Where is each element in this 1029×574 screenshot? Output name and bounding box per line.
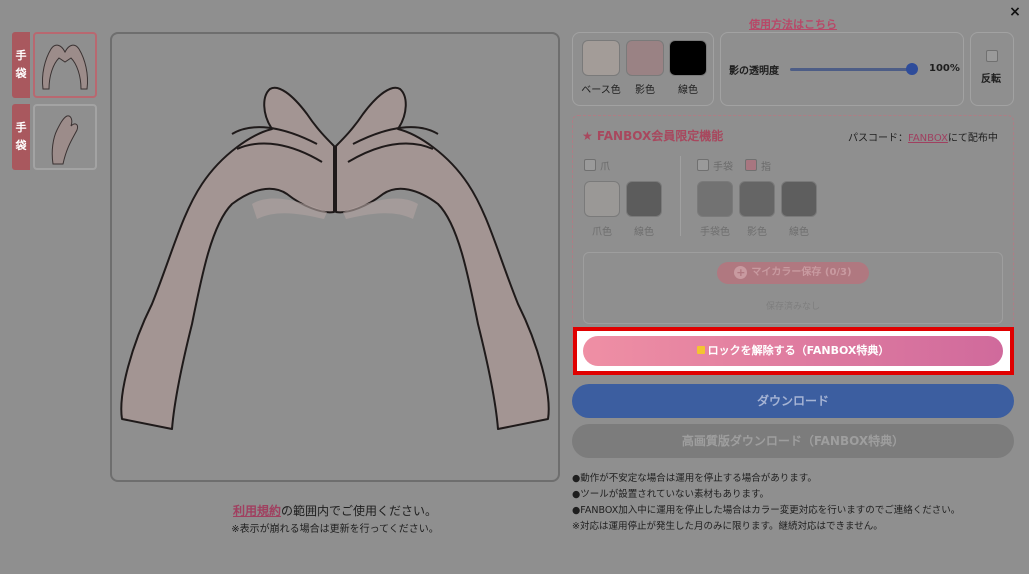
nail-line-swatch[interactable] (626, 181, 662, 217)
glove-checkbox[interactable] (697, 159, 709, 171)
heart-hands-preview-icon (120, 86, 550, 430)
base-color-swatch[interactable] (582, 40, 620, 76)
glove-color-label: 手袋色 (700, 227, 730, 238)
thumbnail-heart-hands[interactable]: 手 袋 (12, 32, 97, 98)
finger-label: 指 (761, 162, 771, 173)
download-button[interactable]: ダウンロード (572, 384, 1014, 418)
close-button[interactable]: × (1007, 4, 1023, 20)
thumbnail-tag: 手 袋 (12, 104, 30, 170)
saved-none-text: 保存済みなし (765, 302, 820, 312)
thumbnail-image[interactable] (33, 104, 97, 170)
thumbnail-tag-char: 手 (15, 121, 27, 134)
flip-checkbox[interactable] (986, 50, 998, 62)
glove-shadow-swatch[interactable] (739, 181, 775, 217)
passcode-suffix: にて配布中 (947, 133, 998, 144)
notes: ●動作が不安定な場合は運用を停止する場合があります。 ●ツールが設置されていない… (572, 471, 960, 535)
note-line: ※対応は運用停止が発生した月のみに限ります。継続対応はできません。 (572, 521, 883, 532)
thumbnail-single-hand[interactable]: 手 袋 (12, 104, 97, 170)
note-line: ●FANBOX加入中に運用を停止した場合はカラー変更対応を行いますのでご連絡くだ… (572, 505, 961, 516)
glove-label: 手袋 (713, 162, 733, 173)
shadow-color-swatch[interactable] (626, 40, 664, 76)
thumbnail-tag-char: 袋 (15, 139, 27, 152)
note-line: ●動作が不安定な場合は運用を停止する場合があります。 (572, 473, 817, 484)
glove-shadow-label: 影色 (747, 227, 767, 238)
nail-color-label: 爪色 (592, 227, 612, 238)
lock-icon (696, 346, 705, 354)
line-color-swatch[interactable] (669, 40, 707, 76)
glove-line-swatch[interactable] (781, 181, 817, 217)
fanbox-link[interactable]: FANBOX (908, 133, 948, 144)
flip-label: 反転 (981, 74, 1001, 85)
plus-icon: + (734, 265, 748, 279)
nail-color-swatch[interactable] (584, 181, 620, 217)
thumbnail-tag-char: 手 (15, 49, 27, 62)
passcode-prefix: パスコード： (848, 133, 908, 144)
base-color-label: ベース色 (581, 85, 621, 96)
option-divider (680, 156, 681, 236)
heart-hands-thumbnail-icon (42, 44, 88, 90)
line-color-label: 線色 (678, 85, 698, 96)
nail-checkbox[interactable] (584, 159, 596, 171)
shadow-color-label: 影色 (635, 85, 655, 96)
glove-color-swatch[interactable] (697, 181, 733, 217)
finger-checkbox[interactable] (745, 159, 757, 171)
preview-canvas (110, 32, 560, 482)
refresh-note: ※表示が崩れる場合は更新を行ってください。 (231, 524, 439, 535)
shadow-opacity-slider[interactable] (790, 68, 914, 71)
shadow-opacity-value: 100% (929, 63, 960, 74)
nail-label: 爪 (600, 162, 610, 173)
terms-body: の範囲内でご使用ください。 (281, 504, 438, 518)
shadow-opacity-label: 影の透明度 (729, 66, 779, 77)
mycolor-save-label: マイカラー保存 (0/3) (751, 267, 852, 278)
thumbnail-image[interactable] (33, 32, 97, 98)
flip-panel[interactable] (970, 32, 1014, 106)
passcode-text: パスコード：FANBOXにて配布中 (848, 129, 998, 144)
hq-download-button[interactable]: 高画質版ダウンロード（FANBOX特典） (572, 424, 1014, 458)
terms-text: 利用規約の範囲内でご使用ください。 (110, 502, 560, 519)
unlock-label: ロックを解除する（FANBOX特典） (707, 344, 890, 357)
unlock-button[interactable]: ロックを解除する（FANBOX特典） (583, 336, 1003, 366)
fanbox-title: ★ FANBOX会員限定機能 (582, 129, 724, 143)
terms-link[interactable]: 利用規約 (233, 504, 281, 518)
modal-overlay: × 使用方法はこちら 手 袋 手 袋 利用規約の範囲内でご使用ください。 ※表示… (0, 0, 1029, 574)
nail-line-label: 線色 (634, 227, 654, 238)
note-line: ●ツールが設置されていない素材もあります。 (572, 489, 770, 500)
mycolor-save-button[interactable]: + マイカラー保存 (0/3) (717, 262, 869, 284)
single-hand-thumbnail-icon (51, 115, 78, 165)
thumbnail-tag-char: 袋 (15, 67, 27, 80)
howto-link[interactable]: 使用方法はこちら (749, 16, 837, 32)
thumbnail-tag: 手 袋 (12, 32, 30, 98)
shadow-opacity-slider-thumb[interactable] (906, 63, 918, 75)
glove-line-label: 線色 (789, 227, 809, 238)
